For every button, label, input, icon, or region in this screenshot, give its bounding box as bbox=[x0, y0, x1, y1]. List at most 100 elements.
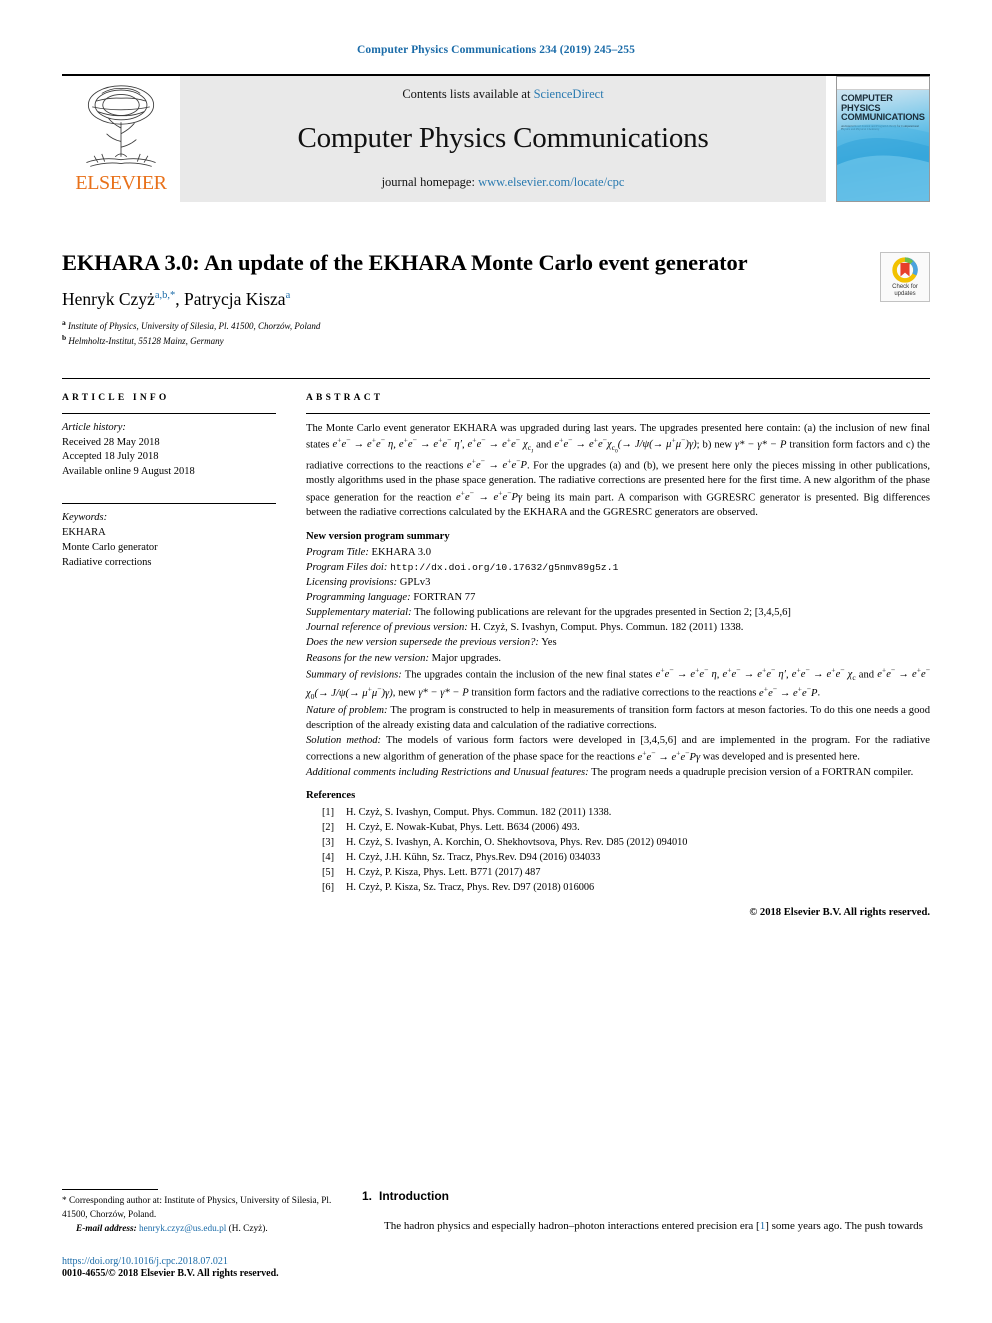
reference-number: [3] bbox=[322, 837, 335, 849]
revisions-part-a: The upgrades contain the inclusion of th… bbox=[404, 669, 653, 681]
author-2-affiliation-marks[interactable]: a bbox=[286, 290, 291, 301]
introduction-paragraph: The hadron physics and especially hadron… bbox=[362, 1219, 930, 1235]
journal-masthead: ELSEVIER Contents lists available at Sci… bbox=[62, 74, 930, 202]
math-eechi: e+e− → e+e− χcJ bbox=[467, 435, 534, 455]
author-2-name: Patrycja Kisza bbox=[184, 288, 286, 309]
math-eechi-jpsi: e+e− → e+e−χc0(→ J/ψ(→ μ+μ−)γ) bbox=[554, 435, 697, 455]
homepage-prefix: journal homepage: bbox=[381, 175, 475, 189]
summary-licensing: Licensing provisions: GPLv3 bbox=[306, 575, 930, 590]
math-eeP: e+e− → e+e−P bbox=[466, 456, 528, 472]
affiliation-b: b Helmholtz-Institut, 55128 Mainz, Germa… bbox=[62, 333, 930, 348]
elsevier-logo: ELSEVIER bbox=[62, 76, 180, 202]
reference-text: H. Czyż, S. Ivashyn, Comput. Phys. Commu… bbox=[346, 807, 612, 819]
abstract-heading: ABSTRACT bbox=[306, 392, 384, 403]
elsevier-tree-icon bbox=[86, 85, 156, 167]
issn-copyright: 0010-4655/© 2018 Elsevier B.V. All right… bbox=[62, 1268, 279, 1279]
references-heading: References bbox=[306, 789, 356, 801]
masthead-center: Contents lists available at ScienceDirec… bbox=[180, 76, 826, 202]
article-received: Received 28 May 2018 bbox=[62, 436, 160, 448]
language-label: Programming language: bbox=[306, 591, 411, 603]
summary-journal-reference: Journal reference of previous version: H… bbox=[306, 620, 930, 635]
math-rev-chic: e+e− → e+e− χc bbox=[791, 665, 856, 683]
summary-reasons: Reasons for the new version: Major upgra… bbox=[306, 651, 930, 666]
summary-additional: Additional comments including Restrictio… bbox=[306, 765, 930, 780]
program-title-value: EKHARA 3.0 bbox=[371, 546, 431, 558]
email-suffix: (H. Czyż). bbox=[228, 1224, 268, 1234]
affiliation-a-text: Institute of Physics, University of Sile… bbox=[68, 320, 321, 331]
files-doi-value[interactable]: http://dx.doi.org/10.17632/g5nmv89g5z.1 bbox=[390, 562, 618, 573]
additional-label: Additional comments including Restrictio… bbox=[306, 766, 589, 778]
reference-text: H. Czyż, P. Kisza, Phys. Lett. B771 (201… bbox=[346, 867, 541, 879]
article-info-spacer bbox=[62, 480, 276, 493]
author-1-affiliation-marks[interactable]: a,b,* bbox=[155, 290, 175, 301]
crossmark-label-line1: Check for bbox=[892, 283, 918, 290]
sciencedirect-link[interactable]: ScienceDirect bbox=[534, 87, 604, 101]
reference-item: [5] H. Czyż, P. Kisza, Phys. Lett. B771 … bbox=[306, 865, 930, 880]
article-info-column: ARTICLE INFO Article history: Received 2… bbox=[62, 393, 306, 921]
info-abstract-columns: ARTICLE INFO Article history: Received 2… bbox=[62, 393, 930, 921]
additional-value: The program needs a quadruple precision … bbox=[591, 766, 914, 778]
introduction-part-b: ] some years ago. The push towards bbox=[765, 1220, 923, 1233]
crossmark-label: Check for updates bbox=[892, 284, 918, 298]
reference-item: [2] H. Czyż, E. Nowak-Kubat, Phys. Lett.… bbox=[306, 820, 930, 835]
program-title-label: Program Title: bbox=[306, 546, 369, 558]
keyword-item: EKHARA bbox=[62, 527, 106, 539]
article-history: Article history: Received 28 May 2018 Ac… bbox=[62, 421, 276, 481]
affiliation-b-mark: b bbox=[62, 332, 67, 342]
reference-item: [3] H. Czyż, S. Ivashyn, A. Korchin, O. … bbox=[306, 835, 930, 850]
reference-text: H. Czyż, S. Ivashyn, A. Korchin, O. Shek… bbox=[346, 837, 688, 849]
affiliation-a: a Institute of Physics, University of Si… bbox=[62, 318, 930, 333]
keywords-group: Keywords: EKHARA Monte Carlo generator R… bbox=[62, 511, 276, 571]
journal-title: Computer Physics Communications bbox=[297, 122, 709, 154]
reference-item: [4] H. Czyż, J.H. Kühn, Sz. Tracz, Phys.… bbox=[306, 850, 930, 865]
summary-supplementary: Supplementary material: The following pu… bbox=[306, 605, 930, 620]
article-history-label: Article history: bbox=[62, 421, 126, 433]
reasons-label: Reasons for the new version: bbox=[306, 652, 429, 664]
supplementary-value: The following publications are relevant … bbox=[414, 607, 791, 619]
math-gamma-gamma-P: γ* − γ* − P bbox=[734, 439, 787, 451]
reference-text: H. Czyż, E. Nowak-Kubat, Phys. Lett. B63… bbox=[346, 822, 580, 834]
email-label: E-mail address: bbox=[76, 1224, 137, 1234]
title-block: EKHARA 3.0: An update of the EKHARA Mont… bbox=[62, 250, 930, 348]
revisions-part-b: transition form factors and the radiativ… bbox=[471, 687, 757, 699]
corresponding-author-note: * Corresponding author at: Institute of … bbox=[62, 1196, 332, 1220]
solution-label: Solution method: bbox=[306, 735, 382, 747]
abstract-rule bbox=[306, 412, 930, 414]
journal-homepage-line: journal homepage: www.elsevier.com/locat… bbox=[382, 175, 625, 190]
crossmark-label-line2: updates bbox=[894, 290, 916, 297]
reference-item: [1] H. Czyż, S. Ivashyn, Comput. Phys. C… bbox=[306, 805, 930, 820]
article-info-heading: ARTICLE INFO bbox=[62, 392, 170, 403]
summary-language: Programming language: FORTRAN 77 bbox=[306, 590, 930, 605]
supersede-value: Yes bbox=[541, 637, 557, 649]
paper-page: Computer Physics Communications 234 (201… bbox=[0, 0, 992, 1323]
author-list: Henryk Czyża,b,*, Patrycja Kiszaa bbox=[62, 289, 930, 310]
math-rev-eeP: e+e− → e+e−P bbox=[759, 684, 818, 699]
files-doi-label: Program Files doi: bbox=[306, 561, 388, 573]
cover-top-strip bbox=[837, 77, 929, 90]
abstract-body: The Monte Carlo event generator EKHARA w… bbox=[306, 421, 930, 921]
email-link[interactable]: henryk.czyz@us.edu.pl bbox=[139, 1224, 226, 1234]
contents-prefix: Contents lists available at bbox=[402, 87, 531, 101]
summary-solution: Solution method: The models of various f… bbox=[306, 733, 930, 765]
crossmark-badge[interactable]: Check for updates bbox=[880, 252, 930, 302]
solution-part-b: was developed and is presented here. bbox=[702, 751, 860, 763]
math-sol-eePgamma: e+e− → e+e−Pγ bbox=[637, 748, 701, 763]
math-eeeta: e+e− → e+e− η bbox=[332, 435, 394, 451]
reference-number: [4] bbox=[322, 852, 335, 864]
article-info-rule-2 bbox=[62, 503, 276, 505]
introduction-heading: 1. Introduction bbox=[362, 1189, 930, 1203]
author-separator: , bbox=[175, 288, 184, 309]
elsevier-wordmark: ELSEVIER bbox=[75, 172, 167, 194]
keyword-item: Monte Carlo generator bbox=[62, 542, 158, 554]
journal-homepage-link[interactable]: www.elsevier.com/locate/cpc bbox=[478, 175, 624, 189]
revisions-label: Summary of revisions: bbox=[306, 669, 402, 681]
math-rev-eta: e+e− → e+e− η bbox=[655, 665, 717, 681]
article-doi-link[interactable]: https://doi.org/10.1016/j.cpc.2018.07.02… bbox=[62, 1256, 336, 1267]
reference-text: H. Czyż, P. Kisza, Sz. Tracz, Phys. Rev.… bbox=[346, 882, 595, 894]
footnote-rule bbox=[62, 1189, 158, 1191]
cover-title-line1: COMPUTER PHYSICS bbox=[841, 93, 893, 113]
reference-number: [2] bbox=[322, 822, 335, 834]
keyword-item: Radiative corrections bbox=[62, 556, 152, 568]
abstract-copyright: © 2018 Elsevier B.V. All rights reserved… bbox=[749, 907, 930, 919]
summary-supersede: Does the new version supersede the previ… bbox=[306, 635, 930, 650]
